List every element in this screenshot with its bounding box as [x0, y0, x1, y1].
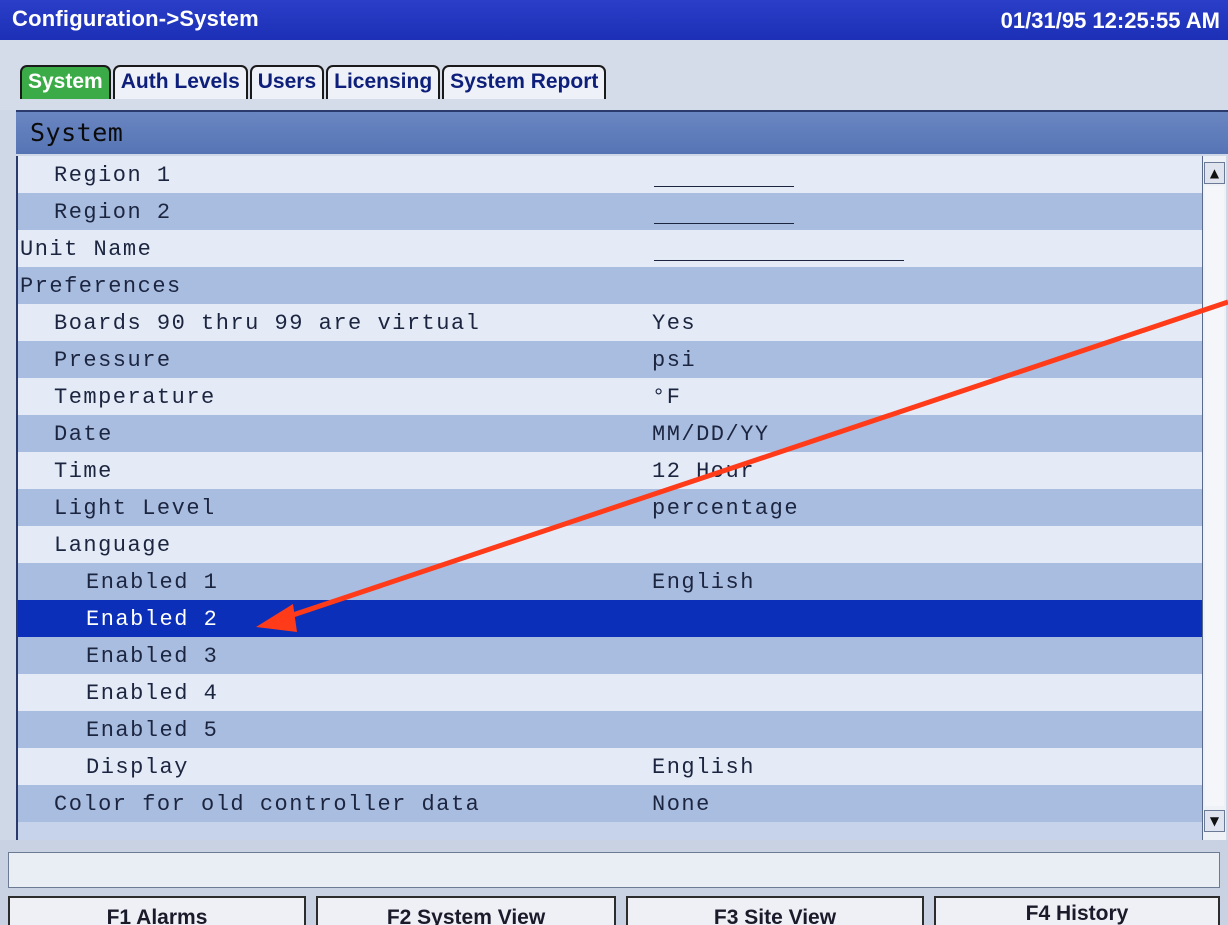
triangle-down-icon[interactable]: ▼: [1204, 810, 1225, 832]
empty-value-field[interactable]: [654, 186, 794, 187]
row-label: Enabled 2: [86, 607, 219, 632]
table-row[interactable]: Date MM/DD/YY: [18, 415, 1202, 452]
row-value[interactable]: English: [652, 570, 755, 595]
f2-system-view-button[interactable]: F2 System View: [316, 896, 616, 925]
table-row[interactable]: Preferences: [18, 267, 1202, 304]
scroll-track[interactable]: [1205, 186, 1224, 806]
row-label: Enabled 1: [86, 570, 219, 595]
row-label: Unit Name: [20, 237, 153, 262]
row-value[interactable]: percentage: [652, 496, 799, 521]
row-label: Enabled 3: [86, 644, 219, 669]
tab-users[interactable]: Users: [249, 65, 325, 99]
tab-system-report[interactable]: System Report: [442, 65, 607, 99]
table-row[interactable]: Unit Name: [18, 230, 1202, 267]
tab-bar: System Auth Levels Users Licensing Syste…: [20, 65, 607, 101]
row-label: Pressure: [54, 348, 172, 373]
row-value[interactable]: Yes: [652, 311, 696, 336]
table-row[interactable]: Display English: [18, 748, 1202, 785]
table-row[interactable]: Enabled 1 English: [18, 563, 1202, 600]
empty-value-field[interactable]: [654, 260, 904, 261]
row-label: Boards 90 thru 99 are virtual: [54, 311, 481, 336]
row-label: Region 1: [54, 163, 172, 188]
empty-value-field[interactable]: [654, 223, 794, 224]
table-row[interactable]: Enabled 4: [18, 674, 1202, 711]
window-title: Configuration->System: [12, 6, 259, 31]
row-value[interactable]: psi: [652, 348, 696, 373]
table-row[interactable]: Color for old controller data None: [18, 785, 1202, 822]
f3-site-view-button[interactable]: F3 Site View: [626, 896, 924, 925]
row-label: Enabled 5: [86, 718, 219, 743]
table-row[interactable]: Language: [18, 526, 1202, 563]
row-label: Enabled 4: [86, 681, 219, 706]
table-row[interactable]: Enabled 5: [18, 711, 1202, 748]
row-label: Region 2: [54, 200, 172, 225]
panel-header: System: [16, 110, 1228, 154]
row-value[interactable]: °F: [652, 385, 681, 410]
row-label: Time: [54, 459, 113, 484]
table-row[interactable]: Region 2: [18, 193, 1202, 230]
row-label: Preferences: [20, 274, 182, 299]
row-label: Display: [86, 755, 189, 780]
f4-history-button[interactable]: F4 History: [934, 896, 1220, 925]
row-value[interactable]: MM/DD/YY: [652, 422, 770, 447]
vertical-scrollbar[interactable]: ▲ ▼: [1202, 156, 1226, 840]
row-value[interactable]: None: [652, 792, 711, 817]
row-label: Light Level: [54, 496, 216, 521]
table-row[interactable]: Temperature °F: [18, 378, 1202, 415]
f1-alarms-button[interactable]: F1 Alarms: [8, 896, 306, 925]
table-row[interactable]: Region 1: [18, 156, 1202, 193]
row-label: Date: [54, 422, 113, 447]
tab-auth-levels[interactable]: Auth Levels: [112, 65, 248, 99]
title-bar: Configuration->System 01/31/95 12:25:55 …: [0, 0, 1228, 40]
function-key-bar: F1 Alarms F2 System View F3 Site View F4…: [8, 896, 1228, 925]
table-row[interactable]: Pressure psi: [18, 341, 1202, 378]
table-row[interactable]: Time 12 Hour: [18, 452, 1202, 489]
row-label: Color for old controller data: [54, 792, 481, 817]
row-label: Temperature: [54, 385, 216, 410]
table-row[interactable]: Enabled 3: [18, 637, 1202, 674]
tab-licensing[interactable]: Licensing: [326, 65, 441, 99]
triangle-up-icon[interactable]: ▲: [1204, 162, 1225, 184]
table-row[interactable]: Enabled 2: [18, 600, 1202, 637]
row-value[interactable]: 12 Hour: [652, 459, 755, 484]
table-row[interactable]: Light Level percentage: [18, 489, 1202, 526]
status-bar: [8, 852, 1220, 888]
table-row[interactable]: Boards 90 thru 99 are virtual Yes: [18, 304, 1202, 341]
row-value[interactable]: English: [652, 755, 755, 780]
clock-datetime: 01/31/95 12:25:55 AM: [1000, 8, 1220, 33]
tab-system[interactable]: System: [20, 65, 111, 99]
settings-list: Region 1 Region 2 Unit Name Preferences Boar…: [16, 156, 1202, 840]
row-label: Language: [54, 533, 172, 558]
